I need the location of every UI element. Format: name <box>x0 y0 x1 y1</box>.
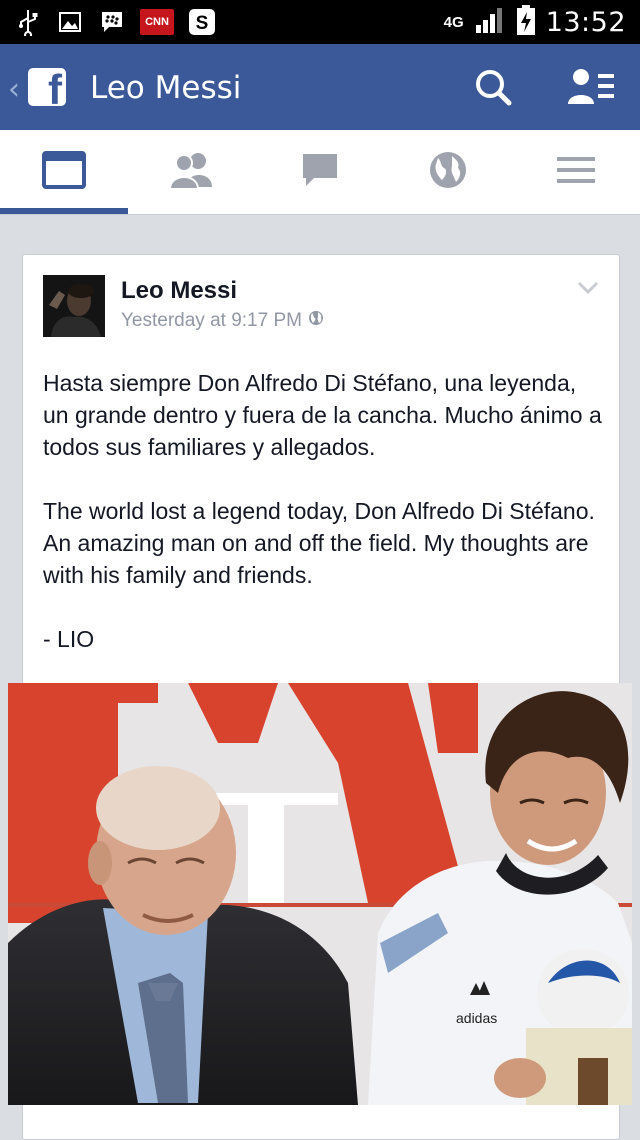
active-tab-indicator <box>0 208 128 214</box>
post-author[interactable]: Leo Messi <box>121 277 237 305</box>
cnn-icon: CNN <box>140 9 174 35</box>
status-bar: CNN S 4G 13:52 <box>0 0 640 44</box>
messages-icon <box>300 151 340 194</box>
signal-icon <box>474 5 506 40</box>
battery-charging-icon <box>516 4 536 41</box>
tab-more[interactable] <box>512 130 640 214</box>
page-title: Leo Messi <box>90 70 242 106</box>
avatar[interactable] <box>43 275 105 337</box>
tab-messages[interactable] <box>256 130 384 214</box>
public-globe-icon <box>308 310 324 332</box>
tab-bar <box>0 130 640 215</box>
bbm-icon <box>98 8 126 36</box>
app-header: ‹ f Leo Messi <box>0 44 640 130</box>
news-feed-icon <box>42 150 86 194</box>
svg-text:S: S <box>196 13 209 34</box>
network-type-label: 4G <box>443 13 464 31</box>
shazam-icon: S <box>188 8 216 36</box>
post-card-bottom <box>22 1110 620 1138</box>
post-photo[interactable]: adidas <box>8 683 632 1105</box>
usb-icon <box>14 8 42 36</box>
photo-shirt-brand: adidas <box>456 1010 497 1026</box>
tab-notifications[interactable] <box>384 130 512 214</box>
post-body: Hasta siempre Don Alfredo Di Stéfano, un… <box>43 367 603 687</box>
globe-icon <box>428 150 468 195</box>
post-signature: - LIO <box>43 626 95 652</box>
tab-news-feed[interactable] <box>0 130 128 214</box>
chevron-down-icon[interactable] <box>577 281 599 300</box>
post-timestamp[interactable]: Yesterday at 9:17 PM <box>121 310 302 332</box>
search-icon[interactable] <box>474 68 512 106</box>
post-timestamp-row: Yesterday at 9:17 PM <box>121 310 324 332</box>
friends-list-icon[interactable] <box>566 66 616 106</box>
back-chevron-icon[interactable]: ‹ <box>8 72 20 107</box>
tab-friend-requests[interactable] <box>128 130 256 214</box>
facebook-logo-icon[interactable]: f <box>28 68 66 106</box>
post-paragraph-english: The world lost a legend today, Don Alfre… <box>43 498 595 588</box>
gallery-icon <box>56 8 84 36</box>
clock: 13:52 <box>545 7 626 38</box>
friends-icon <box>168 151 216 194</box>
post-paragraph-spanish: Hasta siempre Don Alfredo Di Stéfano, un… <box>43 370 602 460</box>
menu-icon <box>556 155 596 190</box>
